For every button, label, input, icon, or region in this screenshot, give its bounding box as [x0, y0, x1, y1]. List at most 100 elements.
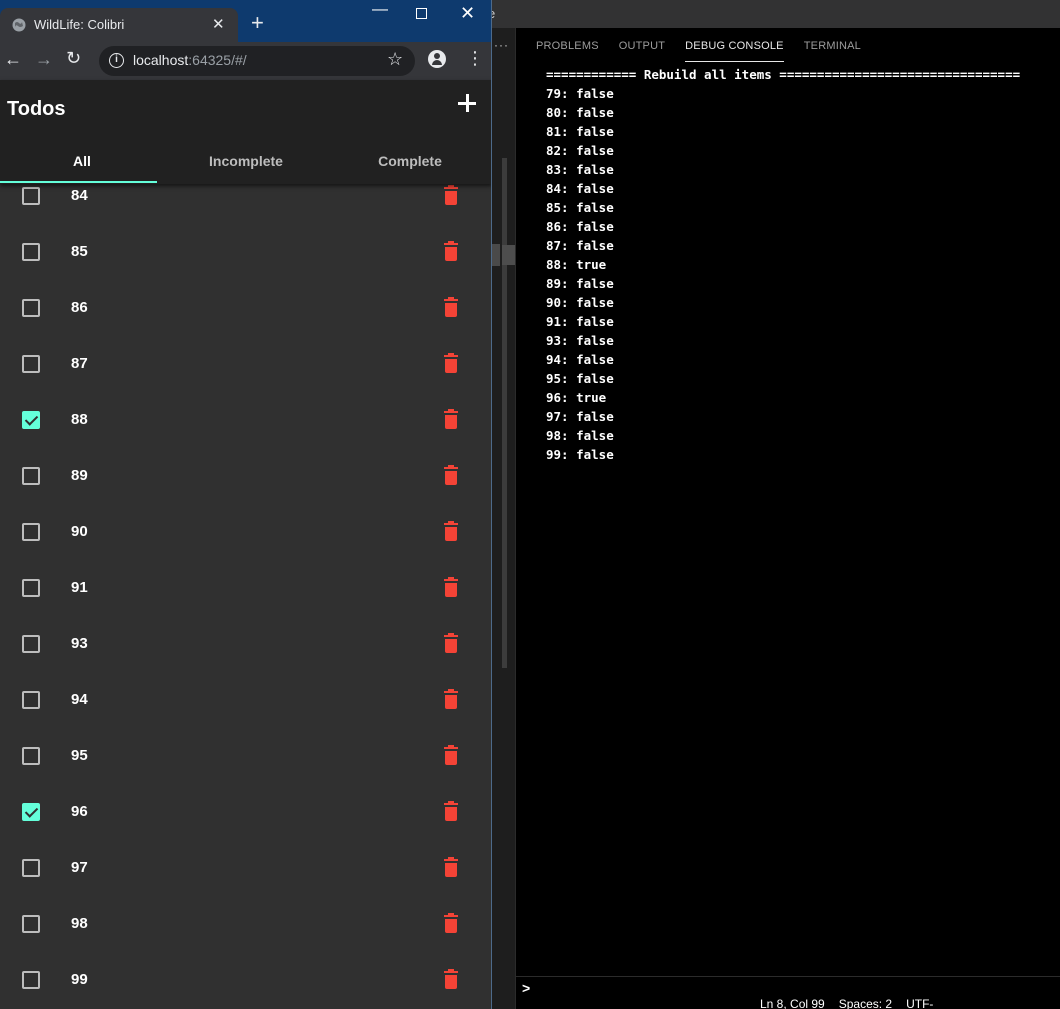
site-info-icon[interactable]: i: [109, 53, 124, 68]
checkbox[interactable]: [22, 299, 40, 317]
filter-tabs: All Incomplete Complete: [0, 136, 491, 184]
url-text[interactable]: localhost:64325/#/: [133, 52, 247, 68]
browser-toolbar: ← → ↻ i localhost:64325/#/ ☆ ⋮: [0, 42, 491, 80]
browser-tab[interactable]: WildLife: Colibri ✕: [0, 8, 238, 42]
active-tab-indicator: [0, 181, 157, 183]
trash-icon[interactable]: [444, 913, 458, 933]
checkbox[interactable]: [22, 691, 40, 709]
console-line: 91: false: [546, 314, 614, 329]
todo-item[interactable]: 95: [0, 728, 491, 784]
checkbox-checked[interactable]: [22, 803, 40, 821]
vscode-status-bar: Ln 8, Col 99Spaces: 2UTF-8LFDartFlutter: [760, 995, 1060, 1009]
status-item[interactable]: Ln 8, Col 99: [760, 997, 825, 1009]
close-tab-icon[interactable]: ✕: [212, 15, 225, 33]
checkbox-checked[interactable]: [22, 411, 40, 429]
bookmark-star-icon[interactable]: ☆: [387, 49, 403, 70]
todo-label: 95: [71, 747, 88, 764]
console-prompt-icon: >: [522, 980, 531, 996]
browser-tabstrip: WildLife: Colibri ✕ + — ✕: [0, 0, 491, 42]
panel-tabs: PROBLEMS OUTPUT DEBUG CONSOLE TERMINAL: [536, 40, 861, 62]
checkbox[interactable]: [22, 859, 40, 877]
console-line: 99: false: [546, 447, 614, 462]
checkbox[interactable]: [22, 187, 40, 205]
trash-icon[interactable]: [444, 521, 458, 541]
checkbox[interactable]: [22, 243, 40, 261]
trash-icon[interactable]: [444, 577, 458, 597]
checkbox[interactable]: [22, 971, 40, 989]
checkbox[interactable]: [22, 467, 40, 485]
vscode-editor-gutter: ···: [492, 28, 515, 1009]
trash-icon[interactable]: [444, 409, 458, 429]
todo-item[interactable]: 97: [0, 840, 491, 896]
trash-icon[interactable]: [444, 353, 458, 373]
trash-icon[interactable]: [444, 633, 458, 653]
console-line: 89: false: [546, 276, 614, 291]
trash-icon[interactable]: [444, 745, 458, 765]
address-bar[interactable]: i localhost:64325/#/ ☆: [99, 46, 415, 76]
todo-item[interactable]: 98: [0, 896, 491, 952]
todo-label: 91: [71, 579, 88, 596]
url-host: localhost: [133, 52, 189, 68]
todo-item[interactable]: 89: [0, 448, 491, 504]
app-bar: Todos All Incomplete Complete: [0, 80, 491, 184]
trash-icon[interactable]: [444, 801, 458, 821]
todo-item[interactable]: 94: [0, 672, 491, 728]
todo-item[interactable]: 90: [0, 504, 491, 560]
editor-scrollbar[interactable]: [502, 158, 507, 668]
todo-item[interactable]: 93: [0, 616, 491, 672]
browser-menu-icon[interactable]: ⋮: [466, 49, 484, 67]
status-item[interactable]: Spaces: 2: [839, 997, 892, 1009]
checkbox[interactable]: [22, 579, 40, 597]
todo-label: 90: [71, 523, 88, 540]
trash-icon[interactable]: [444, 857, 458, 877]
checkbox[interactable]: [22, 747, 40, 765]
panel-tab-output[interactable]: OUTPUT: [619, 40, 665, 62]
console-line: 93: false: [546, 333, 614, 348]
console-line: 94: false: [546, 352, 614, 367]
close-window-button[interactable]: ✕: [460, 3, 475, 24]
trash-icon[interactable]: [444, 465, 458, 485]
trash-icon[interactable]: [444, 297, 458, 317]
reload-icon[interactable]: ↻: [66, 48, 81, 69]
checkbox[interactable]: [22, 635, 40, 653]
trash-icon[interactable]: [444, 241, 458, 261]
console-line: 83: false: [546, 162, 614, 177]
checkbox[interactable]: [22, 915, 40, 933]
todo-label: 89: [71, 467, 88, 484]
trash-icon[interactable]: [444, 969, 458, 989]
panel-tab-terminal[interactable]: TERMINAL: [804, 40, 861, 62]
trash-icon[interactable]: [444, 689, 458, 709]
todo-item[interactable]: 86: [0, 280, 491, 336]
minimize-window-button[interactable]: —: [372, 1, 388, 19]
checkbox[interactable]: [22, 355, 40, 373]
tab-all[interactable]: All: [0, 136, 164, 184]
console-line: 84: false: [546, 181, 614, 196]
panel-tab-problems[interactable]: PROBLEMS: [536, 40, 599, 62]
more-actions-icon[interactable]: ···: [494, 38, 509, 52]
editor-scrollbar-thumb[interactable]: [502, 245, 515, 265]
todo-item[interactable]: 87: [0, 336, 491, 392]
debug-panel: PROBLEMS OUTPUT DEBUG CONSOLE TERMINAL ====…: [515, 28, 1060, 1009]
back-arrow-icon[interactable]: ←: [4, 49, 22, 70]
tab-incomplete[interactable]: Incomplete: [164, 136, 328, 184]
todo-item[interactable]: 99: [0, 952, 491, 1008]
todo-item[interactable]: 85: [0, 224, 491, 280]
todo-item[interactable]: 91: [0, 560, 491, 616]
checkbox[interactable]: [22, 523, 40, 541]
tab-complete[interactable]: Complete: [328, 136, 491, 184]
forward-arrow-icon[interactable]: →: [35, 49, 53, 70]
profile-avatar-icon[interactable]: [428, 50, 446, 68]
debug-console-output: ============ Rebuild all items =========…: [546, 65, 1020, 464]
trash-icon[interactable]: [444, 185, 458, 205]
todo-item[interactable]: 96: [0, 784, 491, 840]
todo-label: 93: [71, 635, 88, 652]
add-todo-button[interactable]: [456, 92, 478, 114]
maximize-window-button[interactable]: [416, 8, 427, 19]
panel-tab-debug-console[interactable]: DEBUG CONSOLE: [685, 40, 784, 62]
new-tab-button[interactable]: +: [251, 12, 264, 34]
console-line: 97: false: [546, 409, 614, 424]
todo-item[interactable]: 88: [0, 392, 491, 448]
todo-label: 88: [71, 411, 88, 428]
todo-label: 96: [71, 803, 88, 820]
todo-label: 87: [71, 355, 88, 372]
